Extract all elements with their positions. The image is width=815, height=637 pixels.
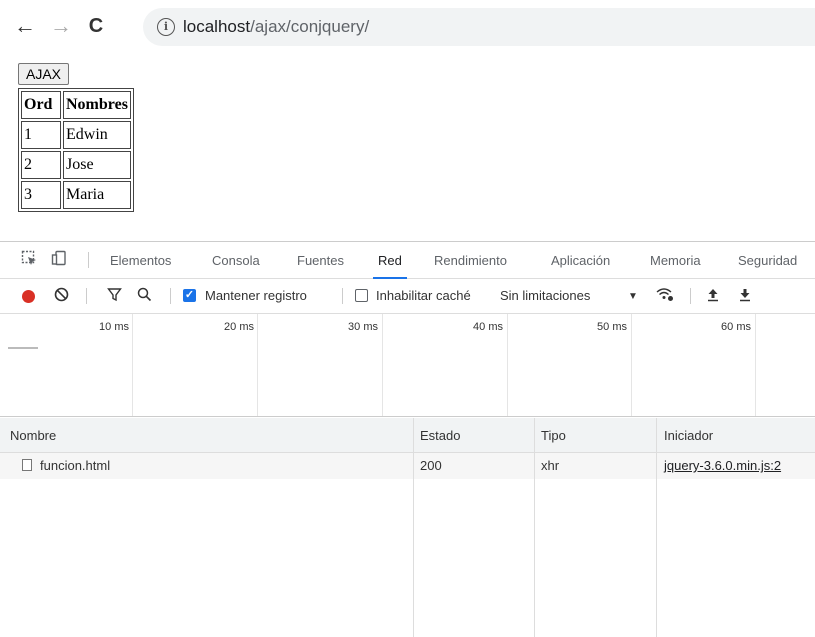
table-row: 1 Edwin <box>21 121 131 149</box>
divider <box>170 288 171 304</box>
tab-elementos[interactable]: Elementos <box>110 253 171 268</box>
table-header-row: Ord Nombres <box>21 91 131 119</box>
table-cell-ord: 3 <box>21 181 61 209</box>
record-icon[interactable] <box>22 290 35 303</box>
clear-icon[interactable] <box>54 287 69 307</box>
timeline-tick-label: 30 ms <box>348 321 378 333</box>
timeline-gridline <box>631 314 632 416</box>
column-divider[interactable] <box>534 418 535 637</box>
divider <box>86 288 87 304</box>
divider <box>342 288 343 304</box>
reload-icon[interactable]: C <box>84 14 108 38</box>
table-row: 2 Jose <box>21 151 131 179</box>
preserve-log-checkbox[interactable]: ✓ <box>183 289 196 302</box>
filter-icon[interactable] <box>107 287 122 307</box>
preserve-log-label: Mantener registro <box>205 288 307 303</box>
tab-consola[interactable]: Consola <box>212 253 260 268</box>
requests-header: Nombre Estado Tipo Iniciador <box>0 418 815 453</box>
timeline-gridline <box>132 314 133 416</box>
network-conditions-icon[interactable] <box>656 287 674 307</box>
export-har-icon[interactable] <box>738 287 752 307</box>
device-toolbar-icon[interactable] <box>50 250 68 268</box>
address-bar[interactable]: i localhost/ajax/conjquery/ <box>143 8 815 46</box>
ajax-button[interactable]: AJAX <box>18 63 70 85</box>
table-cell-nombre: Edwin <box>63 121 131 149</box>
info-icon[interactable]: i <box>157 18 175 36</box>
table-cell-ord: 2 <box>21 151 61 179</box>
divider <box>690 288 691 304</box>
search-icon[interactable] <box>137 287 152 307</box>
disable-cache-checkbox[interactable] <box>355 289 368 302</box>
network-toolbar: ✓ Mantener registro Inhabilitar caché Si… <box>0 279 815 314</box>
url-text[interactable]: localhost/ajax/conjquery/ <box>183 17 369 37</box>
request-type: xhr <box>541 458 560 473</box>
timeline-tick-label: 40 ms <box>473 321 503 333</box>
timeline-tick-label: 20 ms <box>224 321 254 333</box>
timeline-tick-label: 10 ms <box>99 321 129 333</box>
request-name[interactable]: funcion.html <box>40 458 110 473</box>
document-icon <box>22 459 32 471</box>
table-cell-nombre: Maria <box>63 181 131 209</box>
table-header-ord: Ord <box>21 91 61 119</box>
chevron-down-icon[interactable]: ▼ <box>628 291 638 302</box>
timeline-gridline <box>382 314 383 416</box>
column-header-estado[interactable]: Estado <box>420 428 460 443</box>
timeline-request-bar <box>8 347 38 349</box>
request-status: 200 <box>420 458 442 473</box>
network-timeline[interactable]: 10 ms 20 ms 30 ms 40 ms 50 ms 60 ms <box>0 314 815 417</box>
forward-arrow-icon[interactable]: → <box>49 14 73 38</box>
devtools-panel: Elementos Consola Fuentes Red Rendimient… <box>0 241 815 637</box>
tab-rendimiento[interactable]: Rendimiento <box>434 253 507 268</box>
request-initiator-link[interactable]: jquery-3.6.0.min.js:2 <box>664 458 781 473</box>
devtools-tab-bar: Elementos Consola Fuentes Red Rendimient… <box>0 242 815 279</box>
throttling-select[interactable]: Sin limitaciones <box>500 288 590 303</box>
tab-red[interactable]: Red <box>373 253 407 279</box>
timeline-gridline <box>257 314 258 416</box>
timeline-gridline <box>507 314 508 416</box>
table-row: 3 Maria <box>21 181 131 209</box>
inspect-element-icon[interactable] <box>20 250 38 268</box>
disable-cache-label: Inhabilitar caché <box>376 288 471 303</box>
tab-fuentes[interactable]: Fuentes <box>297 253 344 268</box>
request-row[interactable]: funcion.html 200 xhr jquery-3.6.0.min.js… <box>0 453 815 479</box>
table-header-nombres: Nombres <box>63 91 131 119</box>
tab-seguridad[interactable]: Seguridad <box>738 253 797 268</box>
column-header-tipo[interactable]: Tipo <box>541 428 566 443</box>
divider <box>88 252 89 268</box>
browser-toolbar: ← → C i localhost/ajax/conjquery/ <box>0 0 815 52</box>
timeline-tick-label: 60 ms <box>721 321 751 333</box>
tab-memoria[interactable]: Memoria <box>650 253 701 268</box>
url-path: /ajax/conjquery/ <box>250 17 370 36</box>
url-host: localhost <box>183 17 251 36</box>
column-divider[interactable] <box>656 418 657 637</box>
import-har-icon[interactable] <box>706 287 720 307</box>
column-header-nombre[interactable]: Nombre <box>10 428 56 443</box>
tab-aplicacion[interactable]: Aplicación <box>551 253 610 268</box>
results-table: Ord Nombres 1 Edwin 2 Jose 3 Maria <box>18 88 134 212</box>
back-arrow-icon[interactable]: ← <box>13 14 37 38</box>
timeline-gridline <box>755 314 756 416</box>
table-cell-ord: 1 <box>21 121 61 149</box>
timeline-tick-label: 50 ms <box>597 321 627 333</box>
column-divider[interactable] <box>413 418 414 637</box>
table-cell-nombre: Jose <box>63 151 131 179</box>
column-header-iniciador[interactable]: Iniciador <box>664 428 713 443</box>
